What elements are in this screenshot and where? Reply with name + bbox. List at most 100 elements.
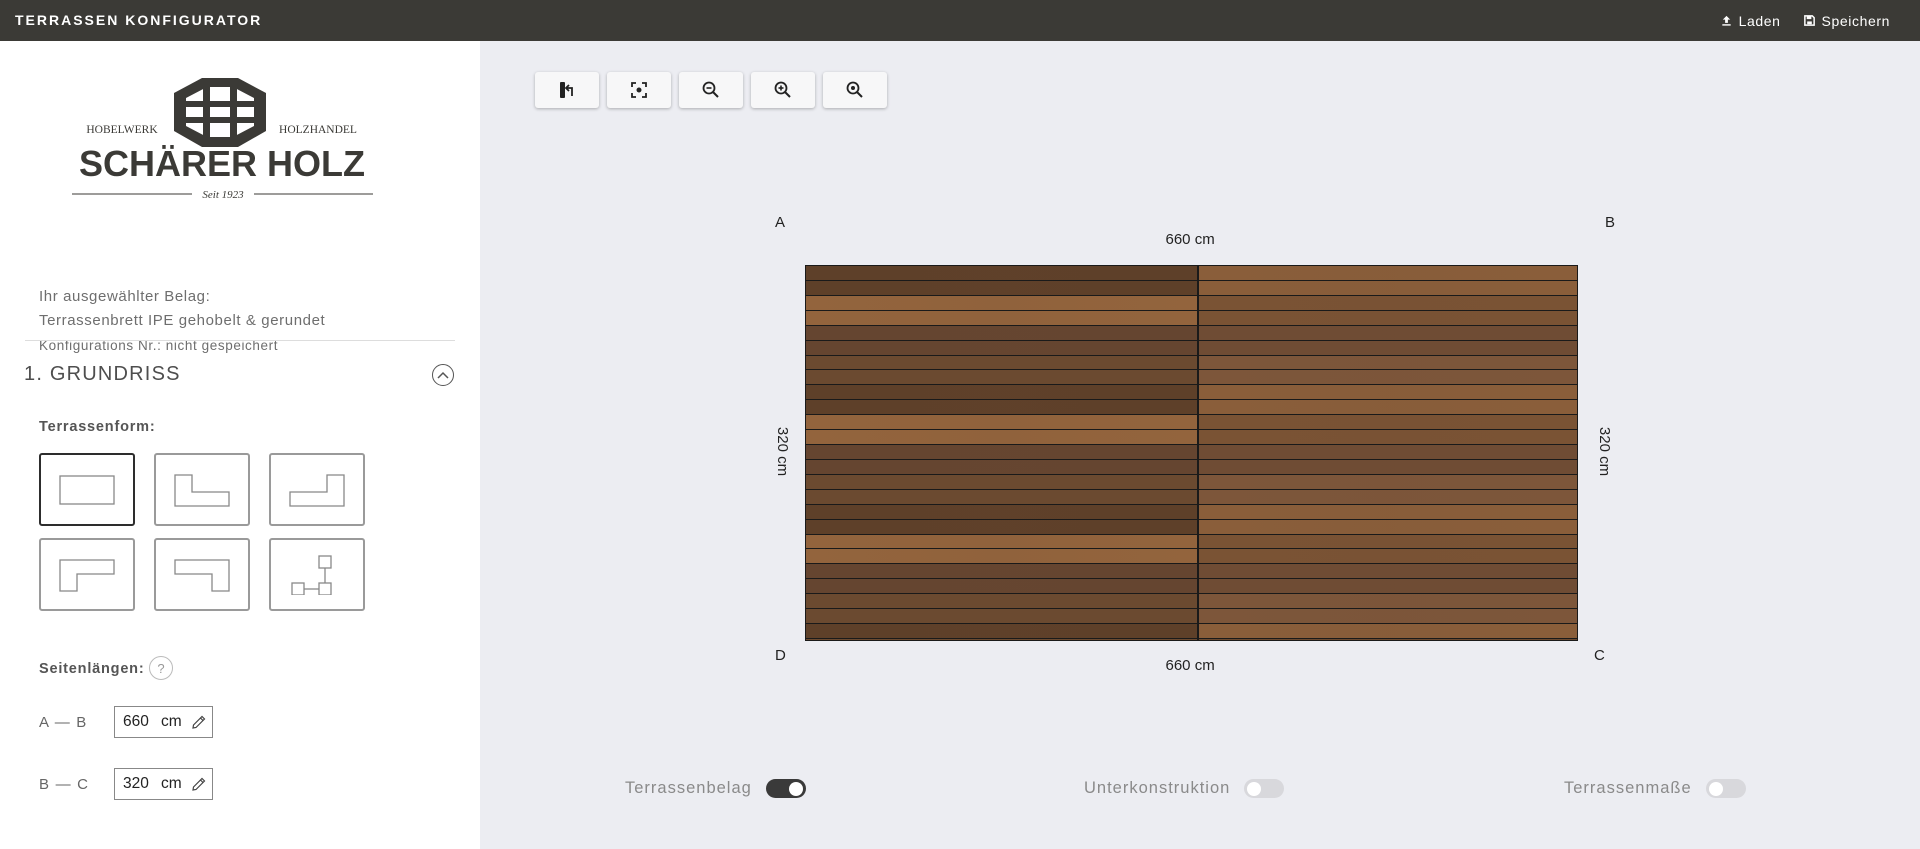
shape-l-bottom-left-icon [59,558,115,592]
toggle-terrassenmasse[interactable]: Terrassenmaße [1564,779,1746,798]
deck-board [806,310,1198,326]
toggle-terrassenbelag[interactable]: Terrassenbelag [625,779,806,798]
deck-board [1199,459,1577,475]
deck-board [1199,355,1577,371]
side-bc-unit: cm [161,775,182,792]
deck-left-section [806,266,1198,640]
deck-board [1199,609,1577,625]
deck-board [1199,415,1577,431]
deck-board [806,624,1198,639]
section-title-grundriss: 1. GRUNDRISS [24,363,181,385]
deck-board [806,295,1198,311]
sidebar: HOBELWERK HOLZHANDEL SCHÄRER HOLZ Seit 1… [0,41,480,849]
deck-board [806,400,1198,416]
shape-l-top-left-button[interactable] [154,453,250,526]
load-label: Laden [1738,12,1781,29]
deck-board [1199,310,1577,326]
save-button[interactable]: Speichern [1803,13,1890,29]
config-number: Konfigurations Nr.: nicht gespeichert [39,338,279,353]
top-dimension-label: 660 cm [1165,231,1215,248]
zoom-in-icon [774,81,791,98]
shape-l-top-right-button[interactable] [269,453,365,526]
corner-b-label: B [1605,214,1616,231]
deck-board [1199,489,1577,505]
side-bc-label: B — C [39,776,90,793]
deck-board [806,594,1198,610]
terrace-deck-drawing [805,265,1578,641]
load-button[interactable]: Laden [1720,13,1781,29]
top-bar: TERRASSEN KONFIGURATOR Laden Speichern [0,0,1920,41]
rotate-button[interactable] [535,72,599,108]
pencil-icon [192,777,206,791]
deck-board [1199,564,1577,580]
header-actions: Laden Speichern [1720,0,1890,41]
toggle-switch[interactable] [1705,779,1746,798]
deck-board [1199,280,1577,296]
deck-board [1199,579,1577,595]
shape-l-bottom-right-icon [174,558,230,592]
shape-label: Terrassenform: [39,419,156,435]
schaerer-holz-logo: HOBELWERK HOLZHANDEL SCHÄRER HOLZ Seit 1… [72,78,373,201]
deck-board [806,474,1198,490]
toggle-unterkonstruktion[interactable]: Unterkonstruktion [1084,779,1285,798]
deck-board [806,579,1198,595]
left-dimension-label: 320 cm [773,426,791,477]
shape-l-bottom-left-button[interactable] [39,538,135,611]
side-lengths-label: Seitenlängen: [39,661,145,677]
corner-d-label: D [775,647,786,664]
deck-board [1199,266,1577,281]
deck-board [1199,504,1577,520]
zoom-out-icon [702,81,719,98]
right-dimension-label: 320 cm [1595,426,1613,477]
help-icon[interactable]: ? [149,656,173,680]
selected-product-info: Ihr ausgewählter Belag: Terrassenbrett I… [39,285,325,359]
corner-a-label: A [775,214,786,231]
zoom-out-button[interactable] [679,72,743,108]
side-ab-input[interactable]: 660 cm [114,706,213,738]
toggle-switch[interactable] [765,779,806,798]
deck-board [1199,624,1577,639]
deck-board [1199,445,1577,460]
board-seam-line [1197,266,1199,640]
toggle-switch[interactable] [1244,779,1285,798]
deck-board [1199,295,1577,311]
side-ab-value: 660 [123,713,149,730]
collapse-button[interactable] [432,364,454,386]
deck-board [806,325,1198,341]
selection-heading: Ihr ausgewählter Belag: [39,288,211,305]
logo-brand-name: SCHÄRER HOLZ [79,143,365,184]
center-focus-icon [631,82,647,98]
deck-board [1199,519,1577,535]
side-ab-label: A — B [39,714,88,731]
save-label: Speichern [1821,12,1890,29]
deck-board [806,519,1198,535]
center-button[interactable] [607,72,671,108]
side-bc-value: 320 [123,775,149,792]
deck-board [1199,385,1577,401]
upload-icon [1721,15,1731,26]
app-title: TERRASSEN KONFIGURATOR [15,12,263,28]
deck-board [1199,474,1577,490]
zoom-reset-button[interactable] [823,72,887,108]
deck-board [806,266,1198,281]
shape-custom-button[interactable] [269,538,365,611]
floppy-disk-icon [1803,15,1815,26]
shape-rectangle-button[interactable] [39,453,135,526]
shape-rectangle-icon [59,474,115,505]
deck-board [1199,400,1577,416]
rotate-icon [560,82,573,98]
deck-board [806,549,1198,565]
deck-board [1199,340,1577,356]
toggle-label: Terrassenmaße [1564,779,1692,797]
logo-since: Seit 1923 [202,189,244,201]
shape-l-bottom-right-button[interactable] [154,538,250,611]
deck-right-section [1199,266,1577,640]
divider [25,340,455,341]
zoom-in-button[interactable] [751,72,815,108]
logo-right-word: HOLZHANDEL [279,124,357,136]
toggle-label: Terrassenbelag [625,779,752,797]
shape-l-top-right-icon [289,473,345,507]
side-bc-input[interactable]: 320 cm [114,768,213,800]
side-ab-unit: cm [161,713,182,730]
deck-board [806,430,1198,446]
